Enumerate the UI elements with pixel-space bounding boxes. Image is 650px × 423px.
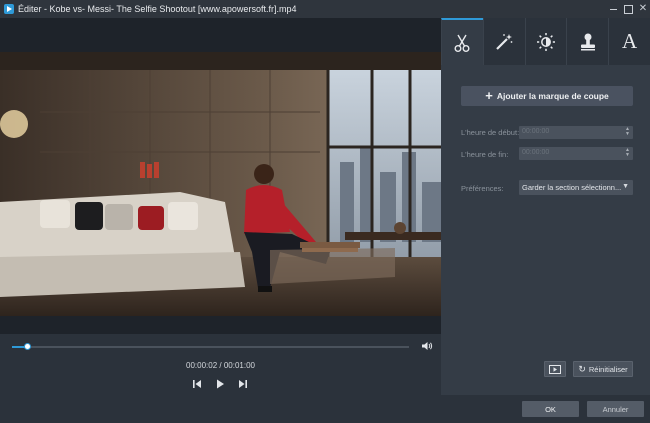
- next-frame-icon[interactable]: [237, 378, 249, 390]
- progress-handle[interactable]: [24, 343, 32, 350]
- video-preview[interactable]: [0, 52, 441, 316]
- tab-adjust[interactable]: [524, 18, 567, 65]
- maximize-button[interactable]: [622, 3, 634, 15]
- start-time-value: 00:00:00: [522, 128, 550, 135]
- tab-trim[interactable]: [441, 18, 483, 65]
- tab-watermark[interactable]: [566, 18, 608, 65]
- close-button[interactable]: ✕: [637, 3, 649, 15]
- progress-track[interactable]: [12, 346, 409, 348]
- preferences-select[interactable]: Garder la section sélectionn... ▼: [519, 180, 633, 195]
- video-area: [0, 18, 441, 334]
- preview-button[interactable]: [544, 361, 566, 377]
- brightness-icon: [536, 32, 555, 51]
- title-bar: Éditer - Kobe vs- Messi- The Selfie Shoo…: [0, 0, 650, 18]
- minimize-button[interactable]: [608, 3, 620, 15]
- ok-button[interactable]: OK: [522, 401, 579, 417]
- add-cut-mark-label: Ajouter la marque de coupe: [496, 91, 609, 101]
- text-icon: A: [622, 29, 638, 53]
- previous-frame-icon[interactable]: [191, 378, 203, 390]
- play-icon[interactable]: [214, 378, 226, 390]
- preview-icon: [549, 364, 561, 374]
- start-time-stepper-icon[interactable]: ▲ ▼: [624, 127, 631, 138]
- chevron-down-icon: ▼: [622, 183, 629, 190]
- add-cut-mark-button[interactable]: + Ajouter la marque de coupe: [461, 86, 633, 106]
- end-time-value: 00:00:00: [522, 149, 550, 156]
- start-time-field[interactable]: 00:00:00 ▲ ▼: [519, 126, 633, 139]
- window-title: Éditer - Kobe vs- Messi- The Selfie Shoo…: [18, 4, 297, 14]
- magic-wand-icon: [496, 33, 513, 50]
- reset-icon: ↻: [578, 363, 586, 374]
- player-controls: 00:00:02 / 00:01:00: [0, 334, 441, 395]
- reset-button[interactable]: ↻ Réinitialiser: [573, 361, 633, 377]
- preferences-value: Garder la section sélectionn...: [522, 183, 622, 192]
- start-time-label: L'heure de début:: [461, 128, 520, 137]
- app-logo-icon: [4, 4, 14, 14]
- plus-icon: +: [485, 88, 493, 103]
- scissors-icon: [454, 34, 470, 52]
- editor-window: Éditer - Kobe vs- Messi- The Selfie Shoo…: [0, 0, 650, 423]
- end-time-field[interactable]: 00:00:00 ▲ ▼: [519, 147, 633, 160]
- cancel-button[interactable]: Annuler: [587, 401, 644, 417]
- dialog-footer: OK Annuler: [0, 395, 650, 423]
- volume-icon[interactable]: [421, 341, 433, 351]
- preferences-label: Préférences:: [461, 184, 504, 193]
- stamp-icon: [580, 33, 595, 50]
- video-frame-image: [0, 52, 441, 316]
- end-time-stepper-icon[interactable]: ▲ ▼: [624, 148, 631, 159]
- reset-label: Réinitialiser: [588, 364, 628, 374]
- edit-tabs: A: [441, 18, 650, 65]
- time-display: 00:00:02 / 00:01:00: [186, 361, 255, 370]
- end-time-label: L'heure de fin:: [461, 150, 509, 159]
- edit-panel: A + Ajouter la marque de coupe L'heure d…: [441, 18, 650, 395]
- tab-effects[interactable]: [482, 18, 525, 65]
- tab-text[interactable]: A: [608, 18, 650, 65]
